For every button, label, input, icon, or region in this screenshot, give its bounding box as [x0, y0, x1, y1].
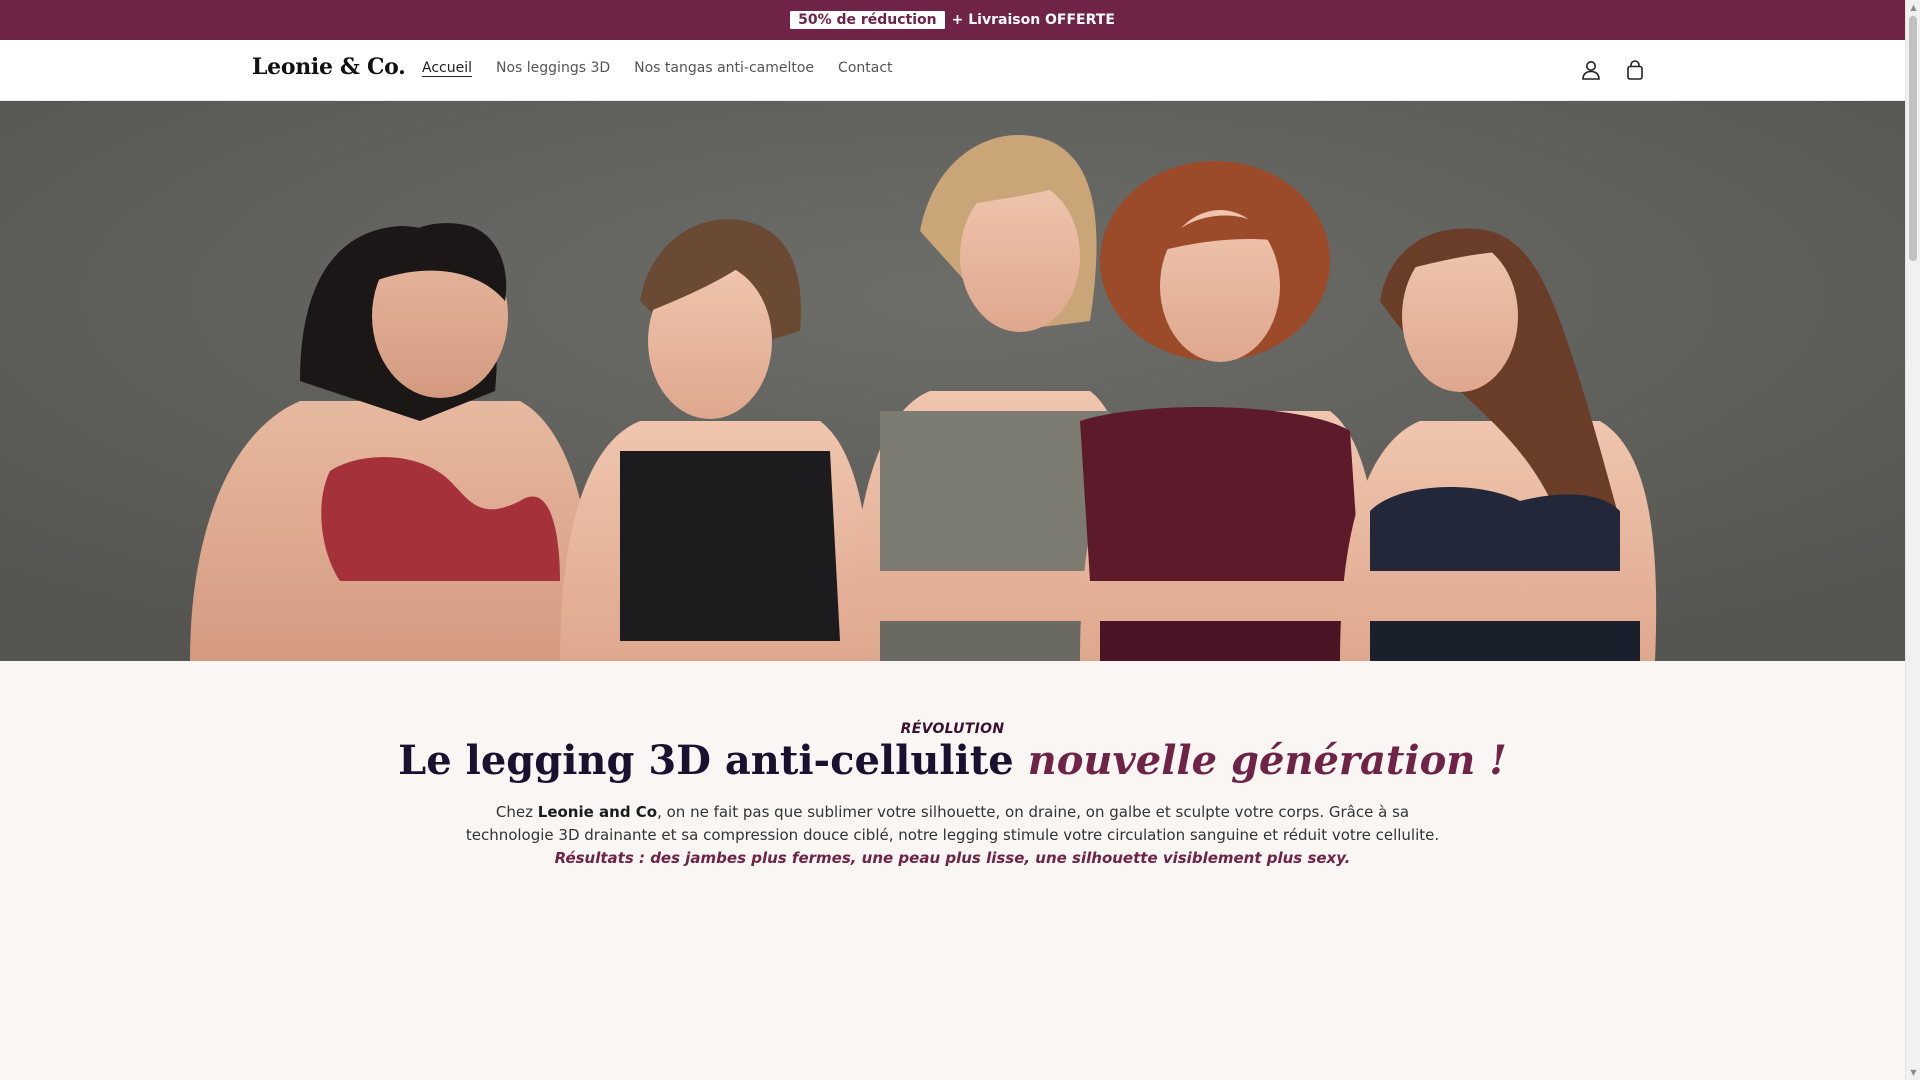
intro-section: RÉVOLUTION Le legging 3D anti-cellulite … [0, 661, 1905, 870]
main-nav: Accueil Nos leggings 3D Nos tangas anti-… [422, 60, 893, 76]
discount-badge: 50% de réduction [790, 11, 945, 29]
body-brand: Leonie and Co [537, 803, 658, 821]
nav-home[interactable]: Accueil [422, 60, 472, 76]
nav-tangas[interactable]: Nos tangas anti-cameltoe [634, 60, 814, 76]
headline-accent: nouvelle génération ! [1027, 737, 1507, 784]
hero-image [0, 101, 1905, 661]
page-scrollbar[interactable]: ▲ ▼ [1905, 0, 1920, 1080]
intro-eyebrow: RÉVOLUTION [900, 721, 1005, 737]
announcement-bar: 50% de réduction + Livraison OFFERTE [0, 0, 1905, 40]
body-prefix: Chez [495, 803, 538, 821]
intro-body: Chez Leonie and Co, on ne fait pas que s… [463, 801, 1443, 870]
page: 50% de réduction + Livraison OFFERTE Leo… [0, 0, 1920, 1080]
headline-main: Le legging 3D anti-cellulite [398, 737, 1014, 784]
account-icon[interactable] [1577, 56, 1605, 84]
results-text: Résultats : des jambes plus fermes, une … [554, 849, 1351, 867]
nav-leggings[interactable]: Nos leggings 3D [496, 60, 610, 76]
cart-icon[interactable] [1621, 56, 1649, 84]
nav-contact[interactable]: Contact [838, 60, 892, 76]
site-header: Leonie & Co. Accueil Nos leggings 3D Nos… [0, 40, 1905, 101]
scrollbar-thumb[interactable] [1909, 16, 1917, 261]
free-shipping-text: + Livraison OFFERTE [951, 12, 1115, 28]
scroll-down-arrow[interactable]: ▼ [1906, 1065, 1920, 1080]
site-logo[interactable]: Leonie & Co. [252, 54, 406, 80]
hero-illustration [0, 101, 1905, 661]
intro-headline: Le legging 3D anti-cellulite nouvelle gé… [0, 737, 1905, 785]
scroll-up-arrow[interactable]: ▲ [1906, 0, 1920, 15]
